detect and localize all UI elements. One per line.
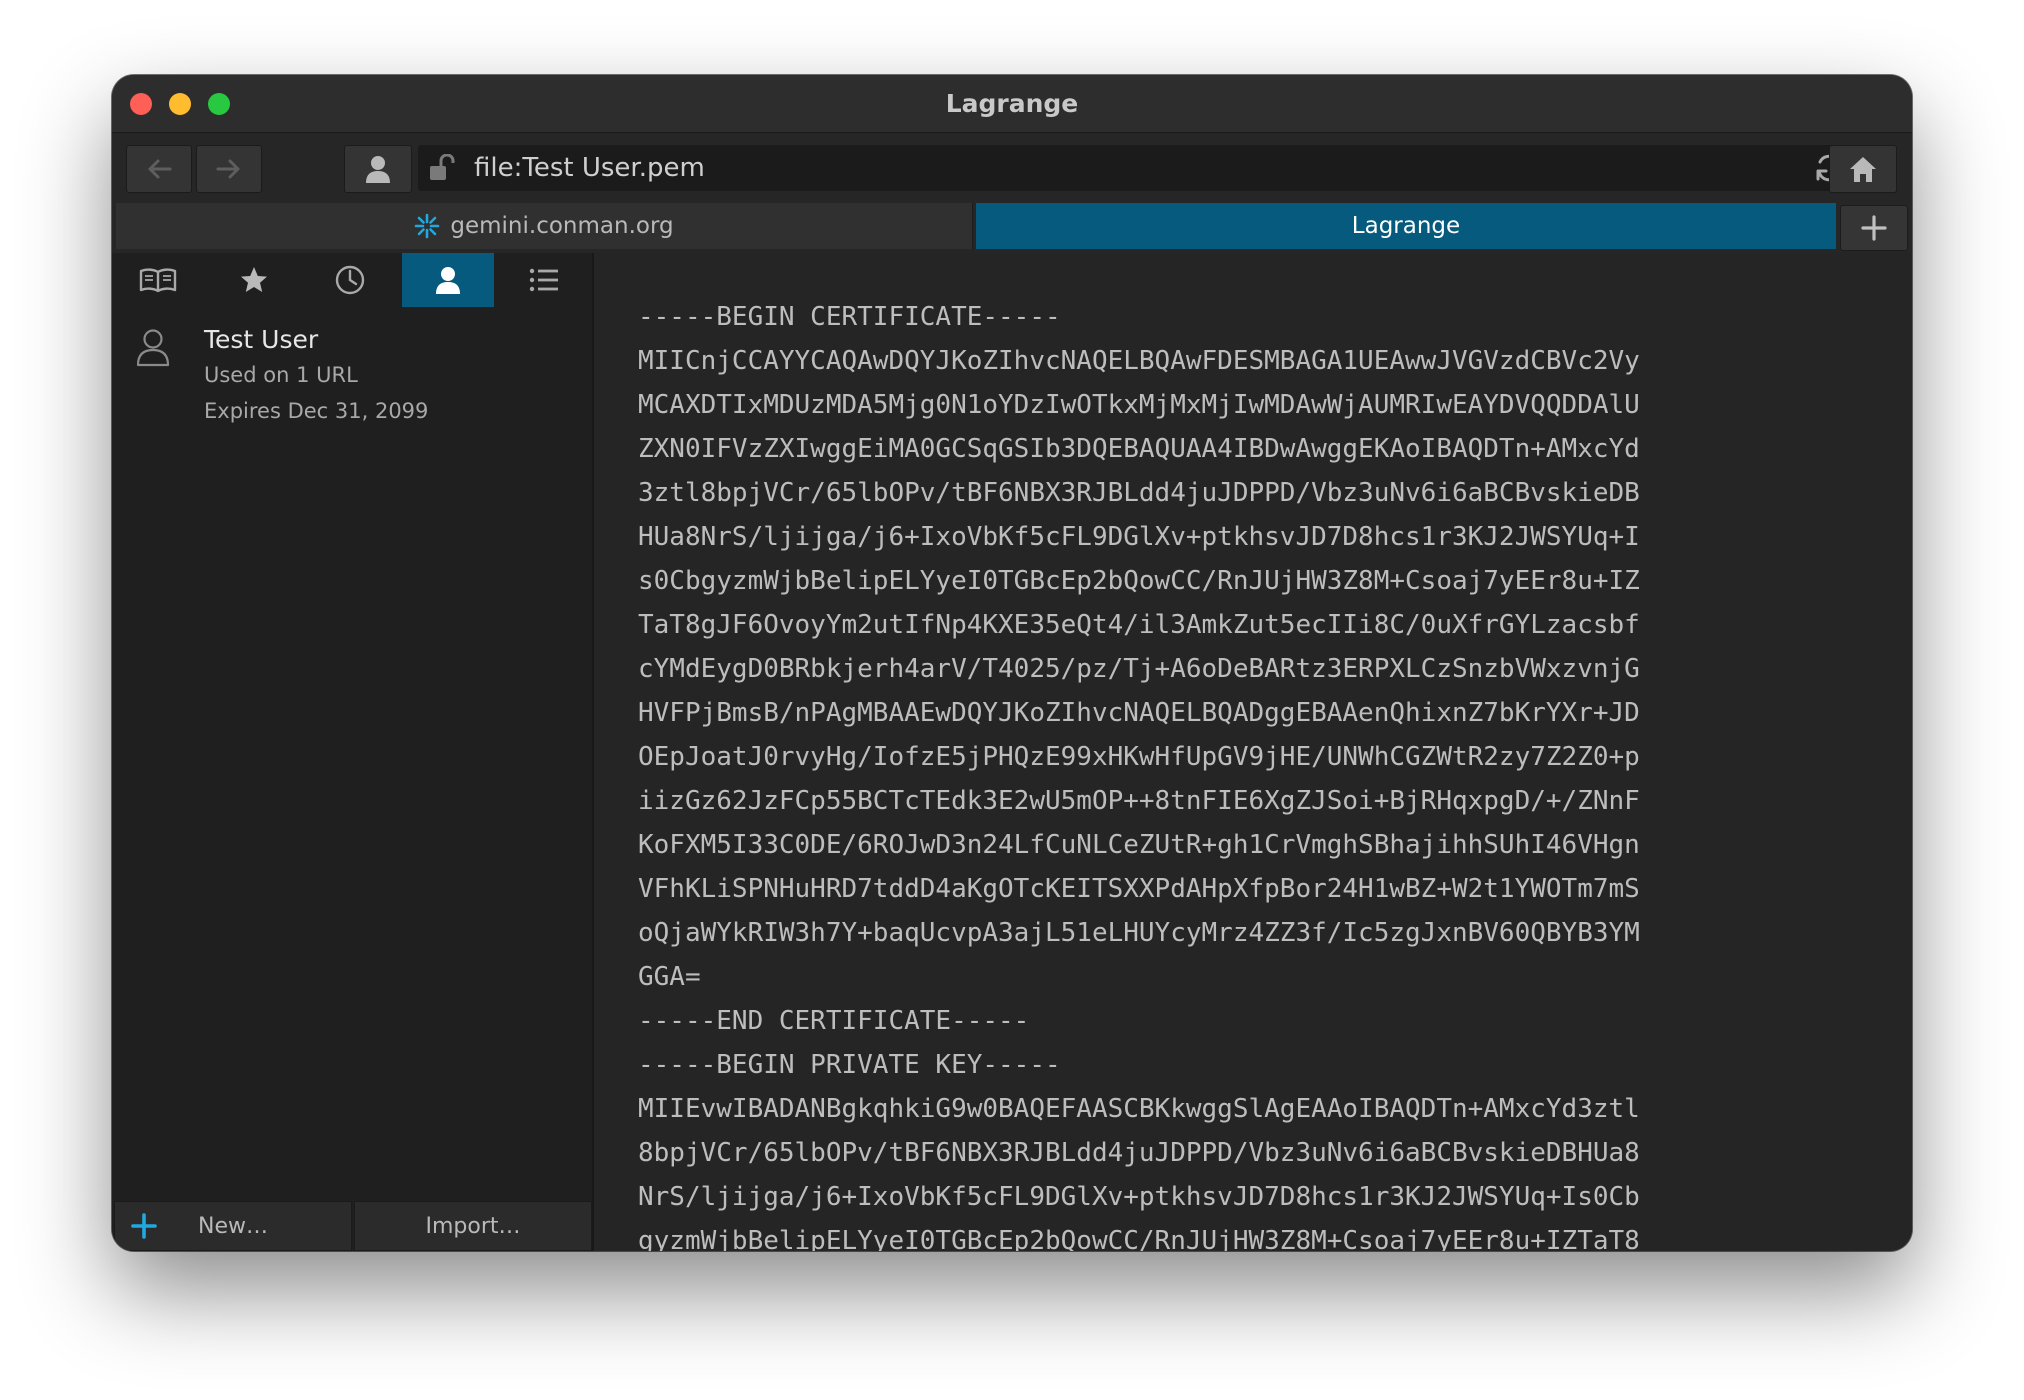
pem-line: 8bpjVCr/65lbOPv/tBF6NBX3RJBLdd4juJDPPD/V…: [638, 1138, 1640, 1168]
pem-line: s0CbgyzmWjbBelipELYyeI0TGBcEp2bQowCC/RnJ…: [638, 566, 1640, 596]
sidebar-tab-feeds[interactable]: [112, 253, 204, 307]
arrow-right-icon: [216, 159, 240, 179]
window-title: Lagrange: [945, 89, 1079, 118]
pem-line: MIIEvwIBADANBgkqhkiG9w0BAQEFAASCBKkwggSl…: [638, 1094, 1640, 1124]
asterisk-spinner-icon: [415, 213, 440, 239]
import-identity-button[interactable]: Import…: [354, 1201, 592, 1251]
pem-line: 3ztl8bpjVCr/65lbOPv/tBF6NBX3RJBLdd4juJDP…: [638, 478, 1640, 508]
back-button[interactable]: [126, 145, 192, 193]
pem-line: NrS/ljijga/j6+IxoVbKf5cFL9DGlXv+ptkhsvJD…: [638, 1182, 1640, 1212]
pem-line: HVFPjBmsB/nPAgMBAAEwDQYJKoZIhvcNAQELBQAD…: [638, 698, 1640, 728]
user-icon: [366, 156, 390, 183]
unlocked-lock-icon: [430, 154, 455, 180]
tab-gemini-conman[interactable]: gemini.conman.org: [116, 203, 973, 249]
plus-icon: [1861, 215, 1887, 241]
pem-line: OEpJoatJ0rvyHg/IofzE5jPHQzE99xHKwHfUpGV9…: [638, 742, 1640, 772]
home-icon: [1850, 157, 1876, 182]
identity-usage: Used on 1 URL: [204, 363, 358, 387]
sidebar-tab-history[interactable]: [304, 253, 396, 307]
tab-label: gemini.conman.org: [450, 213, 674, 239]
pem-line: GGA=: [638, 962, 701, 992]
new-tab-button[interactable]: [1840, 205, 1908, 251]
tab-label: Lagrange: [1351, 213, 1461, 239]
list-icon: [529, 268, 558, 292]
pem-line: -----BEGIN PRIVATE KEY-----: [638, 1050, 1061, 1080]
pem-line: VFhKLiSPNHuHRD7tddD4aKgOTcKEITSXXPdAHpXf…: [638, 874, 1640, 904]
pem-line: iizGz62JzFCp55BCTcTEdk3E2wU5mOP++8tnFIE6…: [638, 786, 1640, 816]
book-icon: [139, 268, 177, 293]
home-button[interactable]: [1829, 145, 1897, 193]
tab-lagrange[interactable]: Lagrange: [976, 203, 1836, 249]
user-outline-icon: [136, 329, 170, 367]
pem-line: -----BEGIN CERTIFICATE-----: [638, 302, 1061, 332]
user-icon: [436, 267, 460, 294]
forward-button[interactable]: [196, 145, 262, 193]
sidebar-tabs: [112, 253, 592, 309]
pem-line: MIICnjCCAYYCAQAwDQYJKoZIhvcNAQELBQAwFDES…: [638, 346, 1640, 376]
sidebar-actions: New… Import…: [112, 1201, 592, 1251]
pem-line: oQjaWYkRIW3h7Y+baqUcvpA3ajL51eLHUYcyMrz4…: [638, 918, 1640, 948]
toolbar: file:Test User.pem: [112, 133, 1912, 203]
identity-button[interactable]: [344, 145, 412, 193]
arrow-left-icon: [148, 159, 172, 179]
identity-name: Test User: [204, 325, 319, 354]
identity-expiry: Expires Dec 31, 2099: [204, 399, 429, 423]
star-icon: [241, 267, 267, 292]
url-bar[interactable]: file:Test User.pem: [418, 145, 1858, 191]
plus-icon: [131, 1213, 157, 1239]
pem-line: ZXN0IFVzZXIwggEiMA0GCSqGSIb3DQEBAQUAA4IB…: [638, 434, 1640, 464]
url-input[interactable]: file:Test User.pem: [474, 153, 705, 183]
pem-text: -----BEGIN CERTIFICATE----- MIICnjCCAYYCA…: [638, 295, 1640, 1251]
title-bar[interactable]: Lagrange: [112, 75, 1912, 133]
document-view[interactable]: -----BEGIN CERTIFICATE----- MIICnjCCAYYCA…: [594, 253, 1912, 1251]
sidebar-tab-outline[interactable]: [498, 253, 590, 307]
pem-line: MCAXDTIxMDUzMDA5Mjg0N1oYDzIwOTkxMjMxMjIw…: [638, 390, 1640, 420]
tab-bar: gemini.conman.org Lagrange: [112, 203, 1912, 253]
pem-line: gyzmWjbBelipELYyeI0TGBcEp2bQowCC/RnJUjHW…: [638, 1226, 1640, 1251]
pem-line: TaT8gJF6OvoyYm2utIfNp4KXE35eQt4/il3AmkZu…: [638, 610, 1640, 640]
pem-line: cYMdEygD0BRbkjerh4arV/T4025/pz/Tj+A6oDeB…: [638, 654, 1640, 684]
new-identity-label: New…: [198, 1213, 268, 1239]
sidebar-tab-identities[interactable]: [402, 253, 494, 307]
pem-line: KoFXM5I33C0DE/6ROJwD3n24LfCuNLCeZUtR+gh1…: [638, 830, 1640, 860]
import-identity-label: Import…: [425, 1213, 521, 1239]
new-identity-button[interactable]: New…: [114, 1201, 352, 1251]
pem-line: -----END CERTIFICATE-----: [638, 1006, 1030, 1036]
app-window: Lagrange file:Test User.pem gemini.conma…: [112, 75, 1912, 1251]
pem-line: HUa8NrS/ljijga/j6+IxoVbKf5cFL9DGlXv+ptkh…: [638, 522, 1640, 552]
sidebar: Test User Used on 1 URL Expires Dec 31, …: [112, 253, 594, 1251]
clock-icon: [335, 265, 365, 295]
sidebar-tab-bookmarks[interactable]: [208, 253, 300, 307]
